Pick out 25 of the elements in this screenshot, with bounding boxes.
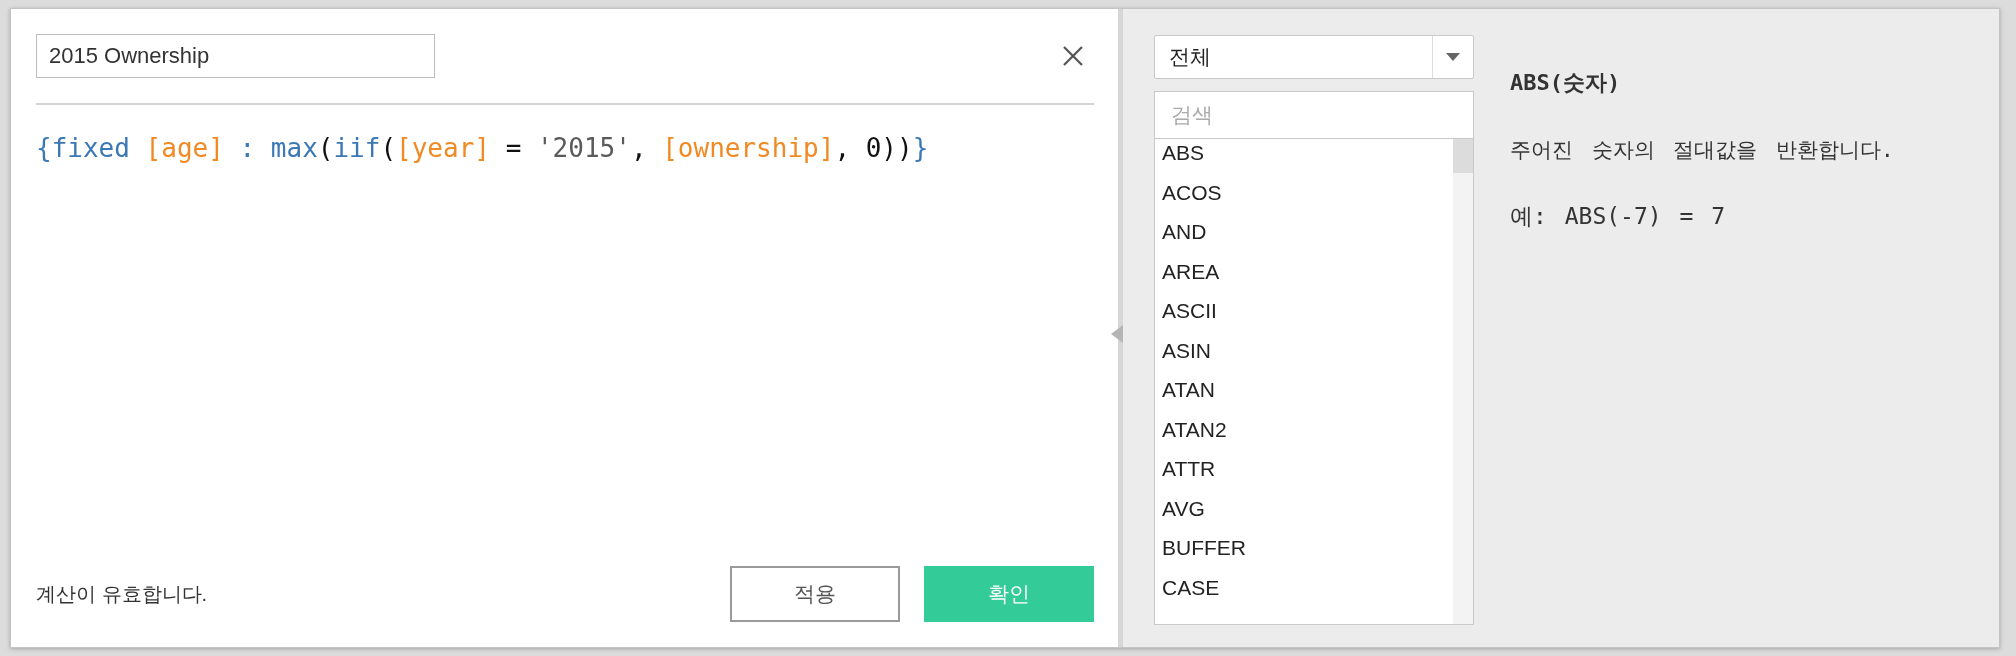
search-field[interactable]: 검색 [1154, 91, 1474, 139]
function-list-item[interactable]: CASE [1155, 575, 1453, 615]
function-list-item[interactable]: ABS [1155, 141, 1453, 181]
name-field[interactable]: 2015 Ownership [36, 34, 435, 78]
function-list-item[interactable]: ATAN2 [1155, 417, 1453, 457]
formula-editor[interactable]: {fixed [age] : max(iif([year] = '2015', [ownership], 0))} [36, 105, 1094, 566]
function-list-item[interactable]: ACOS [1155, 180, 1453, 220]
function-example: 예: ABS(-7) = 7 [1510, 202, 1726, 231]
collapse-handle-icon[interactable] [1111, 325, 1123, 343]
status-message: 계산이 유효합니다. [36, 581, 209, 607]
function-description: 주어진 숫자의 절대값을 반환합니다. [1510, 137, 1894, 164]
function-list-item[interactable]: AVG [1155, 496, 1453, 536]
caret-icon [1446, 53, 1460, 61]
apply-button[interactable]: 적용 [730, 566, 900, 622]
function-list-item[interactable]: AREA [1155, 259, 1453, 299]
function-list-item[interactable]: ATTR [1155, 457, 1453, 497]
function-signature: ABS(숫자) [1510, 69, 1622, 97]
function-list-item[interactable]: AND [1155, 220, 1453, 260]
function-list-item[interactable]: ASCII [1155, 299, 1453, 339]
category-dropdown[interactable]: 전체 [1154, 35, 1474, 79]
scrollbar[interactable] [1453, 139, 1473, 624]
close-icon [1062, 45, 1084, 67]
function-list-item[interactable]: ASIN [1155, 338, 1453, 378]
function-list-item[interactable]: ATAN [1155, 378, 1453, 418]
function-list-item[interactable]: BUFFER [1155, 536, 1453, 576]
